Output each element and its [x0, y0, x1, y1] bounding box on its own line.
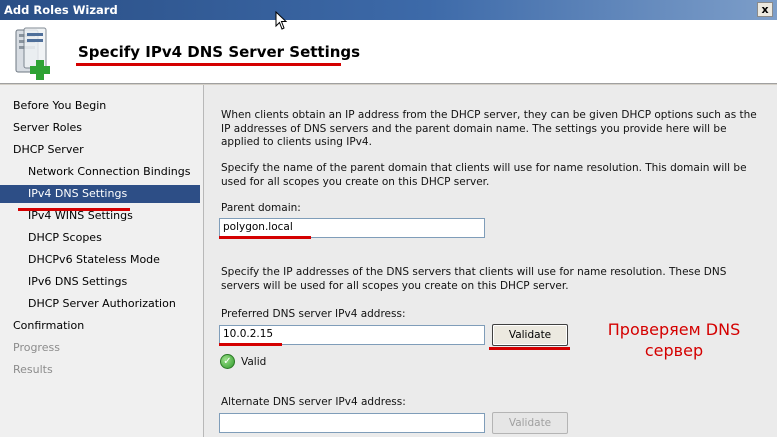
annotation-underline — [219, 236, 311, 239]
annotation-underline — [76, 63, 341, 66]
step-confirmation[interactable]: Confirmation — [0, 317, 200, 335]
title-bar: Add Roles Wizard x — [0, 0, 777, 20]
validate-alternate-button: Validate — [492, 412, 568, 434]
alternate-dns-input[interactable] — [219, 413, 485, 433]
step-server-roles[interactable]: Server Roles — [0, 119, 200, 137]
alternate-dns-label: Alternate DNS server IPv4 address: — [221, 396, 406, 408]
valid-status: Valid — [241, 356, 267, 368]
parent-domain-label: Parent domain: — [221, 202, 301, 214]
wizard-steps-sidebar: Before You Begin Server Roles DHCP Serve… — [0, 85, 203, 437]
close-button[interactable]: x — [757, 2, 773, 17]
annotation-underline — [18, 208, 130, 211]
step-ipv6-dns-settings[interactable]: IPv6 DNS Settings — [0, 273, 200, 291]
window-title: Add Roles Wizard — [4, 3, 118, 17]
annotation-line-2: сервер — [644, 341, 704, 360]
check-icon: ✓ — [220, 354, 235, 369]
step-before-you-begin[interactable]: Before You Begin — [0, 97, 200, 115]
step-progress: Progress — [13, 341, 60, 354]
step-ipv4-dns-settings[interactable]: IPv4 DNS Settings — [0, 185, 200, 203]
page-title: Specify IPv4 DNS Server Settings — [78, 43, 361, 61]
step-dhcpv6-stateless-mode[interactable]: DHCPv6 Stateless Mode — [0, 251, 200, 269]
server-roles-add-icon — [15, 27, 50, 80]
preferred-dns-input[interactable]: 10.0.2.15 — [219, 325, 485, 345]
preferred-dns-label: Preferred DNS server IPv4 address: — [221, 308, 406, 320]
step-network-connection-bindings[interactable]: Network Connection Bindings — [0, 163, 200, 181]
mouse-cursor-icon — [275, 11, 288, 30]
wizard-content-panel: When clients obtain an IP address from t… — [203, 85, 777, 437]
annotation-underline — [489, 347, 570, 350]
validate-preferred-button[interactable]: Validate — [492, 324, 568, 346]
dns-servers-description: Specify the IP addresses of the DNS serv… — [221, 266, 727, 292]
step-dhcp-scopes[interactable]: DHCP Scopes — [0, 229, 200, 247]
domain-description: Specify the name of the parent domain th… — [221, 162, 747, 188]
annotation-underline — [219, 343, 282, 346]
intro-text: When clients obtain an IP address from t… — [221, 109, 757, 148]
step-results: Results — [13, 363, 53, 376]
annotation-text: Проверяем DNS сервер — [594, 319, 754, 361]
parent-domain-input[interactable]: polygon.local — [219, 218, 485, 238]
step-dhcp-server-authorization[interactable]: DHCP Server Authorization — [0, 295, 200, 313]
annotation-line-1: Проверяем DNS — [607, 320, 741, 339]
wizard-header: Specify IPv4 DNS Server Settings — [0, 20, 777, 84]
step-dhcp-server[interactable]: DHCP Server — [0, 141, 200, 159]
